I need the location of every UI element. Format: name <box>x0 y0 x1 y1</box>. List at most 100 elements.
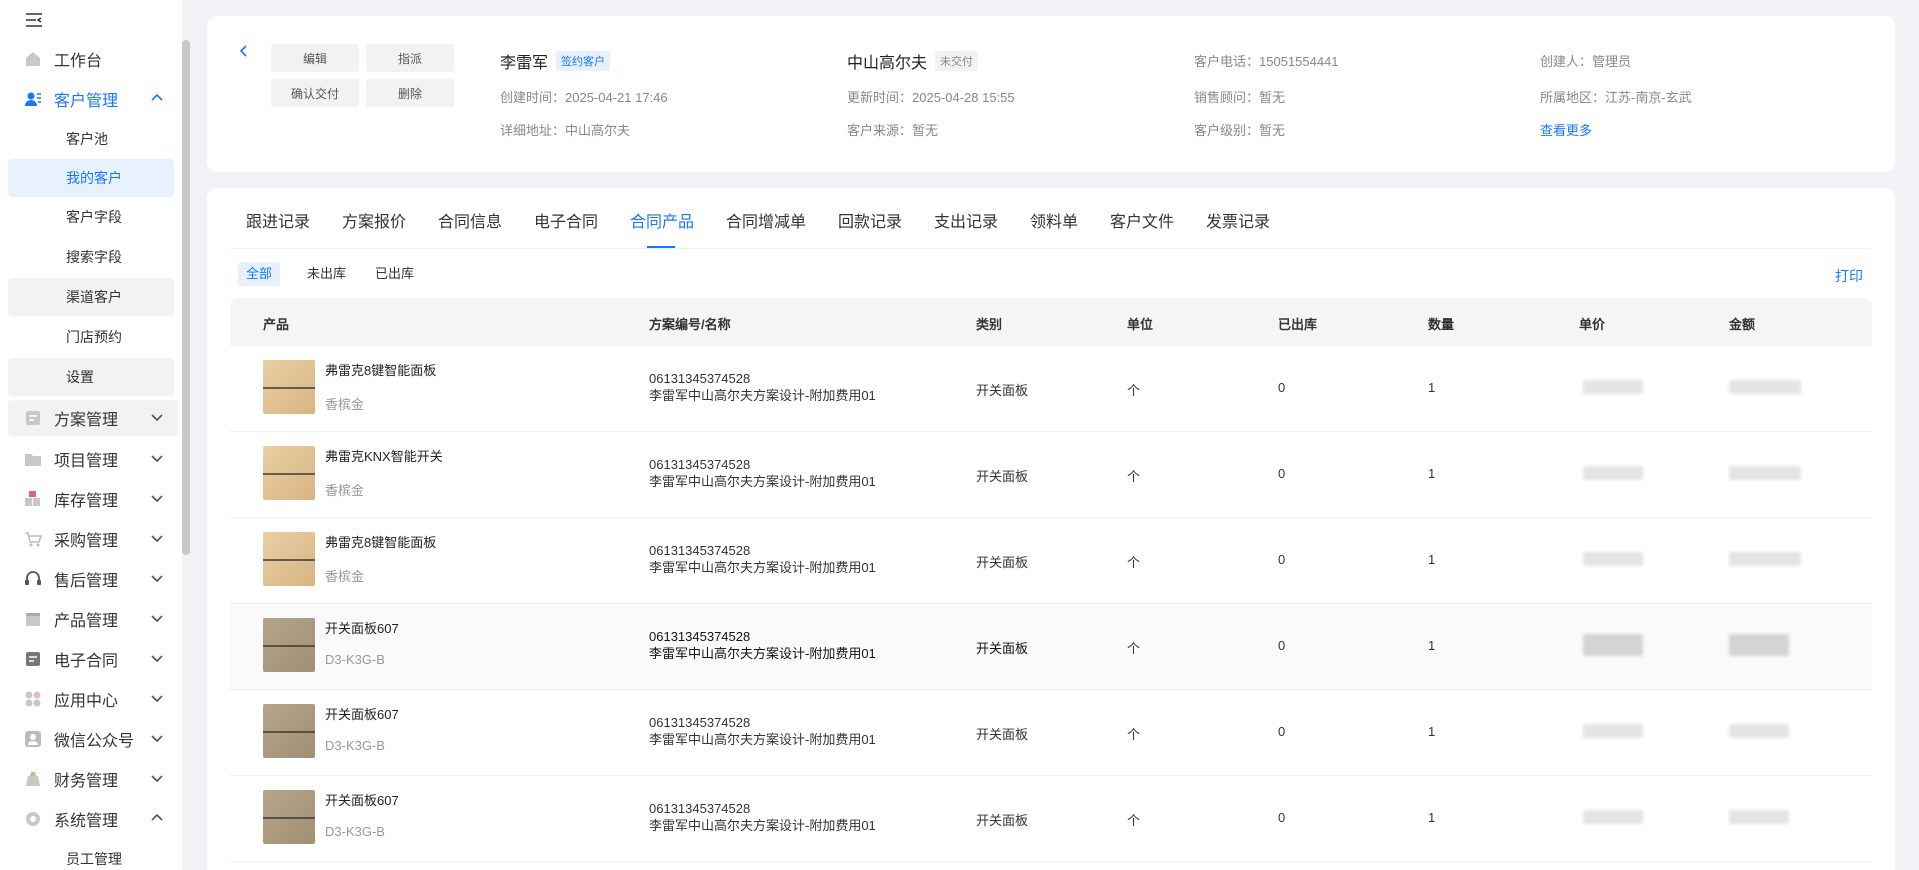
shipped-cell: 0 <box>1278 552 1286 567</box>
sidebar-subitem-customer-pool[interactable]: 客户池 <box>8 120 174 158</box>
table-row[interactable]: 开关面板607 D3-K3G-B 06131345374528 李雷军中山高尔夫方… <box>230 604 1872 690</box>
sidebar-item-label: 采购管理 <box>54 533 119 550</box>
table-row[interactable]: 弗雷克8键智能面板 香槟金 06131345374528 李雷军中山高尔夫方案设计… <box>230 518 1872 604</box>
filter-all[interactable]: 全部 <box>238 262 281 286</box>
table-row[interactable]: 弗雷克KNX智能开关 香槟金 06131345374528 李雷军中山高尔夫方案设… <box>230 432 1872 518</box>
plan-cell: 06131345374528 李雷军中山高尔夫方案设计-附加费用01 <box>649 456 876 490</box>
confirm-delivery-button[interactable]: 确认交付 <box>271 79 359 107</box>
tab-e-contract[interactable]: 电子合同 <box>534 208 598 248</box>
sidebar-scrollbar[interactable] <box>182 40 190 555</box>
product-name: 开关面板607 <box>325 707 399 722</box>
product-name: 弗雷克8键智能面板 <box>325 363 437 378</box>
shipped-cell: 0 <box>1278 466 1286 481</box>
plan-name: 李雷军中山高尔夫方案设计-附加费用01 <box>649 732 876 747</box>
sidebar-item-products[interactable]: 产品管理 <box>8 601 178 637</box>
plan-code: 06131345374528 <box>649 801 751 816</box>
sales-consultant: 销售顾问：暂无 <box>1194 90 1286 105</box>
tab-customer-files[interactable]: 客户文件 <box>1110 208 1174 248</box>
category-cell: 开关面板 <box>976 727 1029 742</box>
chevron-down-icon <box>151 535 163 543</box>
unit-cell: 个 <box>1127 727 1141 742</box>
filter-not-shipped[interactable]: 未出库 <box>299 262 354 286</box>
sidebar-item-finance[interactable]: 财务管理 <box>8 761 178 797</box>
amount-redacted <box>1729 724 1789 738</box>
amount-redacted <box>1729 552 1801 566</box>
product-thumbnail <box>263 532 315 586</box>
amount-redacted <box>1729 380 1801 394</box>
table-row[interactable]: 弗雷克8键智能面板 香槟金 06131345374528 李雷军中山高尔夫方案设计… <box>230 346 1872 432</box>
assign-button[interactable]: 指派 <box>366 44 454 72</box>
amount-redacted <box>1729 634 1789 656</box>
tab-quotation[interactable]: 方案报价 <box>342 208 406 248</box>
tab-invoices[interactable]: 发票记录 <box>1206 208 1270 248</box>
sidebar-item-projects[interactable]: 项目管理 <box>8 441 178 477</box>
tab-material-requisition[interactable]: 领料单 <box>1030 208 1078 248</box>
delivery-status-badge: 未交付 <box>935 51 979 71</box>
sidebar-item-workbench[interactable]: 工作台 <box>8 41 178 77</box>
sidebar-subitem-channel-customers[interactable]: 渠道客户 <box>8 278 174 316</box>
created-time: 创建时间：2025-04-21 17:46 <box>500 90 668 105</box>
tab-follow-up[interactable]: 跟进记录 <box>246 208 310 248</box>
sidebar-item-app-center[interactable]: 应用中心 <box>8 681 178 717</box>
active-tab-indicator <box>647 246 675 248</box>
product-spec: D3-K3G-B <box>325 738 385 753</box>
sidebar-subitem-store-booking[interactable]: 门店预约 <box>8 318 174 356</box>
settings-icon <box>24 810 42 828</box>
sidebar-item-plans[interactable]: 方案管理 <box>8 400 178 436</box>
sidebar-item-after-sales[interactable]: 售后管理 <box>8 561 178 597</box>
quantity-cell: 1 <box>1428 466 1436 481</box>
tab-contract-info[interactable]: 合同信息 <box>438 208 502 248</box>
unit-price-redacted <box>1583 724 1643 738</box>
filter-shipped[interactable]: 已出库 <box>367 262 422 286</box>
sidebar-subitem-settings[interactable]: 设置 <box>8 358 174 396</box>
project-name: 中山高尔夫 <box>847 55 928 72</box>
print-link[interactable]: 打印 <box>1835 266 1863 286</box>
edit-button[interactable]: 编辑 <box>271 44 359 72</box>
sidebar-item-purchasing[interactable]: 采购管理 <box>8 521 178 557</box>
address: 详细地址：中山高尔夫 <box>500 123 631 138</box>
tabs-divider <box>231 248 1871 249</box>
customer-name: 李雷军 <box>500 55 549 72</box>
column-header: 数量 <box>1428 317 1455 332</box>
unit-cell: 个 <box>1127 555 1141 570</box>
product-spec: 香槟金 <box>325 483 365 498</box>
sidebar-item-system[interactable]: 系统管理 <box>8 801 178 837</box>
sidebar-item-label: 售后管理 <box>54 573 119 590</box>
sidebar-item-wechat[interactable]: 微信公众号 <box>8 721 178 757</box>
sidebar-subitem-staff[interactable]: 员工管理 <box>8 840 174 870</box>
sidebar-item-label: 电子合同 <box>54 653 119 670</box>
sidebar-subitem-customer-fields[interactable]: 客户字段 <box>8 198 174 236</box>
chevron-down-icon <box>151 695 163 703</box>
plan-code: 06131345374528 <box>649 715 751 730</box>
sidebar-item-inventory[interactable]: 库存管理 <box>8 481 178 517</box>
sidebar-subitem-search-fields[interactable]: 搜索字段 <box>8 238 174 276</box>
back-arrow-icon[interactable] <box>237 44 251 58</box>
product-icon <box>24 610 42 628</box>
tab-expenses[interactable]: 支出记录 <box>934 208 998 248</box>
product-spec: 香槟金 <box>325 397 365 412</box>
tab-contract-products[interactable]: 合同产品 <box>630 208 694 248</box>
chevron-down-icon <box>151 575 163 583</box>
chevron-down-icon <box>151 495 163 503</box>
plan-cell: 06131345374528 李雷军中山高尔夫方案设计-附加费用01 <box>649 714 876 748</box>
shipped-cell: 0 <box>1278 810 1286 825</box>
chevron-down-icon <box>151 775 163 783</box>
unit-cell: 个 <box>1127 383 1141 398</box>
sidebar-item-e-contract[interactable]: 电子合同 <box>8 641 178 677</box>
view-more-link[interactable]: 查看更多 <box>1540 120 1592 139</box>
table-row[interactable]: 开关面板607 D3-K3G-B 06131345374528 李雷军中山高尔夫方… <box>230 690 1872 776</box>
headset-icon <box>24 570 42 588</box>
chevron-down-icon <box>151 455 163 463</box>
sidebar-subitem-my-customers[interactable]: 我的客户 <box>8 159 174 197</box>
tab-payments[interactable]: 回款记录 <box>838 208 902 248</box>
amount-redacted <box>1729 466 1801 480</box>
updated-time: 更新时间：2025-04-28 15:55 <box>847 90 1015 105</box>
sidebar-item-customers[interactable]: 客户管理 <box>8 81 178 117</box>
quantity-cell: 1 <box>1428 638 1436 653</box>
chevron-up-icon <box>151 813 163 821</box>
customer-phone: 客户电话：15051554441 <box>1194 54 1339 69</box>
table-row[interactable]: 开关面板607 D3-K3G-B 06131345374528 李雷军中山高尔夫方… <box>230 776 1872 862</box>
delete-button[interactable]: 删除 <box>366 79 454 107</box>
tab-contract-changes[interactable]: 合同增减单 <box>726 208 806 248</box>
menu-fold-icon[interactable] <box>24 10 46 30</box>
